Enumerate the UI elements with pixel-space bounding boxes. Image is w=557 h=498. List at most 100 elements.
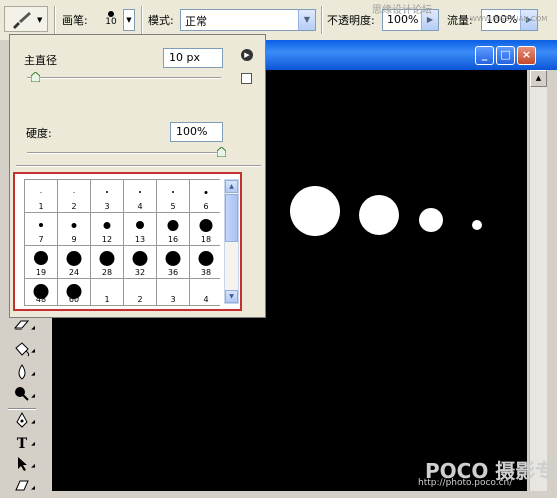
mode-select[interactable]: 正常 ▼ <box>180 9 316 31</box>
brush-preset-cell[interactable]: 1 <box>25 180 57 212</box>
brush-preset-size: 6 <box>203 202 209 211</box>
chevron-down-icon: ▼ <box>37 16 43 24</box>
brush-tip-icon <box>165 250 181 266</box>
brush-preset-cell[interactable]: 18 <box>190 213 222 245</box>
brush-tip-icon <box>139 191 141 193</box>
brush-stroke-circle-1 <box>290 186 340 236</box>
brush-tip-icon <box>136 221 144 229</box>
brush-preset-cell[interactable]: 3 <box>157 279 189 305</box>
save-preset-icon[interactable] <box>241 73 252 84</box>
flow-label: 流量: <box>447 14 473 27</box>
brush-tip-icon <box>39 223 43 227</box>
brush-preset-cell[interactable]: 28 <box>91 246 123 278</box>
chevron-down-icon: ▼ <box>126 16 132 24</box>
presets-scrollbar[interactable]: ▲ ▼ <box>224 179 239 304</box>
toolbox-divider <box>8 408 36 410</box>
brush-preset-size: 19 <box>35 268 47 277</box>
diameter-label: 主直径 <box>24 54 57 67</box>
blur-drop-icon[interactable]: ◢ <box>12 364 35 384</box>
brush-preset-cell[interactable]: 36 <box>157 246 189 278</box>
brush-stroke-circle-2 <box>359 195 399 235</box>
brush-preset-size: 3 <box>104 202 110 211</box>
eraser-icon[interactable]: ◢ <box>12 318 35 338</box>
brush-preset-cell[interactable]: 3 <box>91 180 123 212</box>
panel-menu-icon[interactable]: ▶ <box>241 49 253 61</box>
brush-preset-cell[interactable]: 4 <box>190 279 222 305</box>
brush-preset-size: 28 <box>101 268 113 277</box>
brush-preset-size: 60 <box>68 295 80 304</box>
brush-presets-grid: 1 2 3 4 5 6 7 9 12 13 16 18 19 24 28 32 36 38 48 60 1 2 3 4 <box>24 179 222 306</box>
brush-preset-size: 2 <box>71 202 77 211</box>
brush-tip-icon <box>40 191 42 193</box>
close-icon[interactable]: × <box>517 46 536 65</box>
brush-preset-size: 1 <box>104 295 110 304</box>
divider <box>141 6 143 34</box>
scroll-up-icon[interactable]: ▲ <box>225 180 238 193</box>
brush-tip-icon <box>106 191 108 193</box>
brush-tool-icon <box>13 12 31 29</box>
brush-preset-cell[interactable]: 6 <box>190 180 222 212</box>
brush-preset-cell[interactable]: 13 <box>124 213 156 245</box>
paint-bucket-icon[interactable]: ◢ <box>12 341 35 361</box>
brush-preset-size: 4 <box>137 202 143 211</box>
brush-preset-size: 7 <box>38 235 44 244</box>
brush-preset-cell[interactable]: 1 <box>91 279 123 305</box>
diameter-slider-track[interactable] <box>27 77 221 79</box>
brush-preset-cell[interactable]: 16 <box>157 213 189 245</box>
brush-preset-cell[interactable]: 19 <box>25 246 57 278</box>
brush-preset-size: 36 <box>167 268 179 277</box>
brush-preset-cell[interactable]: 38 <box>190 246 222 278</box>
mode-label: 模式: <box>148 14 174 27</box>
dodge-icon[interactable]: ◢ <box>12 386 35 406</box>
brush-preset-cell[interactable]: 48 <box>25 279 57 305</box>
type-icon[interactable]: T ◢ <box>12 434 35 454</box>
brush-preset-cell[interactable]: 4 <box>124 180 156 212</box>
minimize-icon[interactable]: _ <box>475 46 494 65</box>
brush-label: 画笔: <box>62 14 88 27</box>
diameter-slider-thumb[interactable] <box>30 71 41 83</box>
diameter-input[interactable]: 10 px <box>163 48 223 68</box>
brush-preview[interactable]: 10 <box>100 8 122 36</box>
brush-size-value: 10 <box>105 17 117 27</box>
watermark-url: WWW.MISSYUAN.COM <box>470 15 548 23</box>
brush-tip-icon <box>73 191 75 193</box>
scroll-up-icon[interactable]: ▲ <box>530 70 547 87</box>
hardness-input[interactable]: 100% <box>170 122 223 142</box>
vertical-scrollbar[interactable]: ▲ <box>529 70 547 491</box>
brush-preset-cell[interactable]: 9 <box>58 213 90 245</box>
divider <box>321 6 323 34</box>
tool-preset-picker[interactable]: ▼ <box>4 6 48 32</box>
brush-preset-size: 32 <box>134 268 146 277</box>
custom-shape-icon[interactable]: ◢ <box>12 478 35 498</box>
brush-stroke-circle-4 <box>472 220 482 230</box>
hardness-slider-track[interactable] <box>27 152 221 154</box>
path-selection-icon[interactable]: ◢ <box>12 456 35 476</box>
brush-preset-size: 38 <box>200 268 212 277</box>
scroll-down-icon[interactable]: ▼ <box>225 290 238 303</box>
brush-preset-size: 48 <box>35 295 47 304</box>
scroll-thumb[interactable] <box>225 194 238 242</box>
brush-preset-size: 4 <box>203 295 209 304</box>
brush-preset-size: 13 <box>134 235 146 244</box>
brush-tip-icon <box>198 250 214 266</box>
brush-preset-cell[interactable]: 2 <box>124 279 156 305</box>
brush-tip-icon <box>99 250 115 266</box>
brush-preset-cell[interactable]: 24 <box>58 246 90 278</box>
brush-preset-cell[interactable]: 2 <box>58 180 90 212</box>
maximize-icon[interactable]: □ <box>496 46 515 65</box>
pen-icon[interactable]: ◢ <box>12 411 35 432</box>
mode-value: 正常 <box>185 15 207 28</box>
brush-preset-size: 2 <box>137 295 143 304</box>
brush-preset-cell[interactable]: 60 <box>58 279 90 305</box>
brush-preset-size: 9 <box>71 235 77 244</box>
chevron-down-icon: ▼ <box>298 10 315 30</box>
brush-preset-cell[interactable]: 32 <box>124 246 156 278</box>
brush-preset-cell[interactable]: 5 <box>157 180 189 212</box>
brush-stroke-circle-3 <box>419 208 443 232</box>
brush-picker-dropdown[interactable]: ▼ <box>123 9 135 31</box>
hardness-slider-thumb[interactable] <box>216 146 227 158</box>
brush-preset-cell[interactable]: 12 <box>91 213 123 245</box>
brush-tip-icon <box>66 250 82 266</box>
brush-tip-icon <box>204 190 208 194</box>
brush-preset-cell[interactable]: 7 <box>25 213 57 245</box>
